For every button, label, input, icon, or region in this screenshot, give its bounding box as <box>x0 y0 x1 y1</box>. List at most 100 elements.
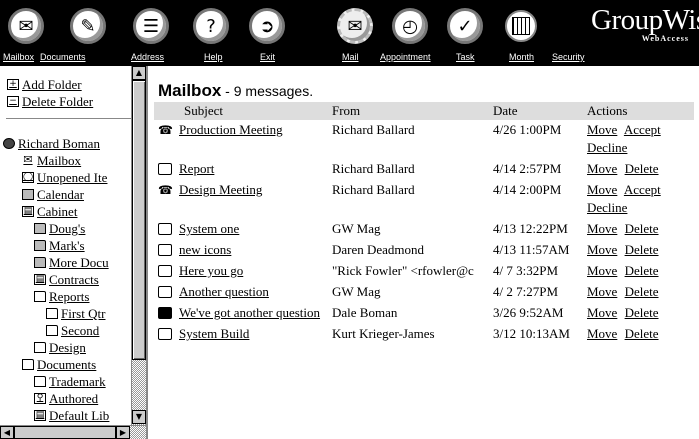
documents-icon: ✎ <box>70 8 106 44</box>
date-cell: 4/ 7 3:32PM <box>493 263 559 278</box>
move-link[interactable]: Move <box>587 242 617 257</box>
calendar-icon <box>22 189 34 200</box>
move-link[interactable]: Move <box>587 122 617 137</box>
tree-item-calendar[interactable]: Calendar <box>22 186 84 203</box>
mailbox-icon: ✉ <box>8 8 44 44</box>
documents-link[interactable]: Documents <box>40 51 86 64</box>
move-link[interactable]: Move <box>587 161 617 176</box>
tree-label: Mark's <box>49 238 85 253</box>
month-button[interactable] <box>498 0 544 52</box>
exit-link[interactable]: Exit <box>260 51 275 64</box>
scroll-thumb[interactable] <box>132 80 146 360</box>
message-subject-link[interactable]: System Build <box>179 325 249 343</box>
add-folder-button[interactable]: + Add Folder <box>7 76 82 93</box>
tree-item-first-qtr[interactable]: First Qtr <box>46 305 105 322</box>
delete-folder-button[interactable]: − Delete Folder <box>7 93 93 110</box>
scroll-right-arrow-icon[interactable]: ▶ <box>116 426 130 439</box>
address-button[interactable]: ☰ <box>128 0 174 52</box>
tree-item-documents[interactable]: Documents <box>22 356 96 373</box>
table-row: ☎ Production Meeting Richard Ballard 4/26 1… <box>154 120 694 159</box>
mailbox-link[interactable]: Mailbox <box>3 51 34 64</box>
tree-item-trademark[interactable]: Trademark <box>34 373 106 390</box>
move-link[interactable]: Move <box>587 263 617 278</box>
address-link[interactable]: Address <box>131 51 164 64</box>
envelope-open-icon <box>158 265 172 277</box>
brand-name: GroupWise <box>591 4 699 36</box>
message-subject-link[interactable]: System one <box>179 220 239 238</box>
message-subject-link[interactable]: Design Meeting <box>179 181 262 199</box>
scroll-down-arrow-icon[interactable]: ▼ <box>132 410 146 424</box>
tree-label: Doug's <box>49 221 86 236</box>
tree-item-dougs[interactable]: Doug's <box>34 220 85 237</box>
help-icon: ? <box>193 8 229 44</box>
move-link[interactable]: Move <box>587 284 617 299</box>
tree-label: Reports <box>49 289 90 304</box>
tree-item-richard-boman[interactable]: Richard Boman <box>3 135 100 152</box>
scroll-up-arrow-icon[interactable]: ▲ <box>132 66 146 80</box>
subject-cell: Another question <box>154 282 330 303</box>
envelope-open-icon <box>158 244 172 256</box>
mailbox-title: Mailbox <box>158 81 222 100</box>
tree-item-default-lib[interactable]: ▤ Default Lib <box>34 407 109 424</box>
delete-link[interactable]: Delete <box>625 221 659 236</box>
mailbox-button[interactable]: ✉ <box>3 0 49 52</box>
tree-item-second[interactable]: Second <box>46 322 99 339</box>
move-link[interactable]: Move <box>587 305 617 320</box>
move-link[interactable]: Move <box>587 182 617 197</box>
message-count: - 9 messages. <box>221 83 314 99</box>
delete-link[interactable]: Delete <box>625 161 659 176</box>
tree-item-mailbox[interactable]: ✉ Mailbox <box>22 152 81 169</box>
message-subject-link[interactable]: We've got another question <box>179 304 320 322</box>
tree-item-marks[interactable]: Mark's <box>34 237 85 254</box>
appointment-button[interactable]: ◴ <box>387 0 433 52</box>
mail-button[interactable]: ✉ <box>332 0 378 52</box>
scroll-thumb[interactable] <box>14 426 116 439</box>
month-link[interactable]: Month <box>509 51 534 64</box>
table-header: Subject From Date Actions <box>154 102 694 120</box>
shared-folder-icon <box>34 240 46 251</box>
delete-link[interactable]: Delete <box>625 263 659 278</box>
accept-link[interactable]: Accept <box>624 122 661 137</box>
tree-label: Second <box>61 323 100 338</box>
help-button[interactable]: ? <box>188 0 234 52</box>
decline-link[interactable]: Decline <box>587 200 627 215</box>
exit-button[interactable]: ➲ <box>244 0 290 52</box>
from-cell: Dale Boman <box>332 305 398 320</box>
tree-item-contracts[interactable]: ▤ Contracts <box>34 271 99 288</box>
help-link[interactable]: Help <box>204 51 223 64</box>
vertical-scrollbar[interactable]: ▲ ▼ <box>131 66 146 425</box>
horizontal-scrollbar[interactable]: ◀ ▶ <box>0 425 146 439</box>
move-link[interactable]: Move <box>587 221 617 236</box>
plus-box-icon: + <box>7 79 19 90</box>
tree-item-design[interactable]: Design <box>34 339 86 356</box>
tree-item-unopened[interactable]: ◯ Unopened Ite <box>22 169 107 186</box>
delete-link[interactable]: Delete <box>625 305 659 320</box>
delete-link[interactable]: Delete <box>625 242 659 257</box>
actions-cell: Move Delete <box>585 261 694 282</box>
tree-item-more-docs[interactable]: More Docu <box>34 254 109 271</box>
tree-item-authored[interactable]: ⚲ Authored <box>34 390 98 407</box>
message-subject-link[interactable]: Production Meeting <box>179 121 283 139</box>
message-subject-link[interactable]: new icons <box>179 241 231 259</box>
tree-item-reports[interactable]: Reports <box>34 288 89 305</box>
message-subject-link[interactable]: Another question <box>179 283 269 301</box>
envelope-open-icon <box>158 328 172 340</box>
delete-link[interactable]: Delete <box>625 326 659 341</box>
mail-link[interactable]: Mail <box>342 51 359 64</box>
message-subject-link[interactable]: Report <box>179 160 214 178</box>
scroll-left-arrow-icon[interactable]: ◀ <box>0 426 14 439</box>
actions-cell: Move Accept Decline <box>585 120 694 159</box>
subject-cell: Here you go <box>154 261 330 282</box>
task-link[interactable]: Task <box>456 51 475 64</box>
decline-link[interactable]: Decline <box>587 140 627 155</box>
tree-item-cabinet[interactable]: ▤ Cabinet <box>22 203 77 220</box>
message-subject-link[interactable]: Here you go <box>179 262 243 280</box>
appointment-link[interactable]: Appointment <box>380 51 431 64</box>
task-button[interactable]: ✓ <box>442 0 488 52</box>
move-link[interactable]: Move <box>587 326 617 341</box>
delete-link[interactable]: Delete <box>625 284 659 299</box>
security-link[interactable]: Security <box>552 51 585 64</box>
envelope-icon <box>158 163 172 175</box>
documents-button[interactable]: ✎ <box>65 0 111 52</box>
accept-link[interactable]: Accept <box>624 182 661 197</box>
